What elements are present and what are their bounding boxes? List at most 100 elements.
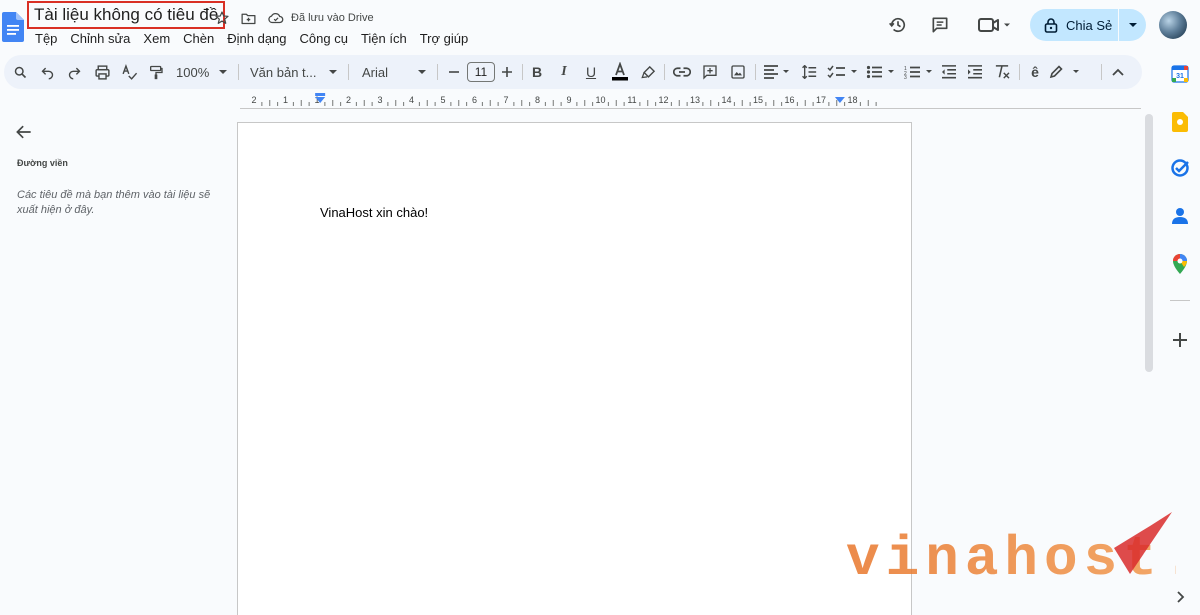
document-title[interactable]: Tài liệu không có tiêu đề (34, 5, 218, 25)
ruler-label: 16 (784, 95, 794, 105)
underline-icon[interactable]: U (584, 62, 598, 82)
toolbar-divider (1019, 64, 1020, 80)
first-line-indent-marker[interactable] (315, 93, 326, 96)
font-size-input[interactable]: 11 (467, 62, 495, 82)
menu-edit[interactable]: Chỉnh sửa (70, 31, 130, 46)
search-icon[interactable] (12, 62, 28, 82)
toolbar-divider (437, 64, 438, 80)
move-to-folder-icon[interactable] (238, 8, 258, 28)
app-header: Tài liệu không có tiêu đề Đã lưu vào Dri… (0, 0, 1200, 56)
zoom-value: 100% (176, 64, 210, 80)
document-body-text[interactable]: VinaHost xin chào! (320, 205, 428, 220)
ruler-underline (240, 108, 1141, 109)
zoom-select[interactable]: 100% (176, 62, 216, 82)
style-select[interactable]: Văn bản t... (250, 62, 322, 82)
menu-help[interactable]: Trợ giúp (420, 31, 469, 46)
toolbar-divider (664, 64, 665, 80)
expand-icon[interactable] (1170, 587, 1190, 607)
highlight-icon[interactable] (640, 62, 656, 82)
side-panel-divider (1170, 300, 1190, 301)
increase-font-size-button[interactable] (500, 62, 514, 82)
toolbar-divider (1101, 64, 1102, 80)
scrollbar[interactable] (1145, 114, 1153, 372)
bold-icon[interactable]: B (530, 62, 544, 82)
ruler-label: 1 (283, 95, 288, 105)
ruler-label: 18 (847, 95, 857, 105)
docs-logo-icon[interactable] (2, 12, 24, 42)
toolbar-divider (348, 64, 349, 80)
menu-file[interactable]: Tệp (35, 31, 57, 46)
indent-icon[interactable] (966, 62, 984, 82)
zoom-dropdown-icon[interactable] (218, 62, 228, 82)
link-icon[interactable] (673, 62, 691, 82)
cloud-saved-icon[interactable] (266, 8, 286, 28)
redo-icon[interactable] (66, 62, 82, 82)
line-spacing-icon[interactable] (799, 62, 817, 82)
undo-icon[interactable] (39, 62, 55, 82)
ruler-label: 2 (346, 95, 351, 105)
comment-add-icon[interactable] (701, 62, 719, 82)
history-icon[interactable] (884, 11, 912, 39)
menu-extensions[interactable]: Tiện ích (361, 31, 407, 46)
menu-insert[interactable]: Chèn (183, 31, 214, 46)
menu-bar: Tệp Chỉnh sửa Xem Chèn Định dạng Công cụ… (35, 31, 481, 46)
star-icon[interactable] (212, 8, 232, 28)
image-icon[interactable] (729, 62, 747, 82)
ruler-label: 2 (251, 95, 256, 105)
decrease-font-size-button[interactable] (447, 62, 461, 82)
lock-icon (1044, 18, 1058, 33)
svg-text:31: 31 (1176, 73, 1184, 80)
outdent-icon[interactable] (940, 62, 958, 82)
spellcheck-icon[interactable] (120, 62, 138, 82)
menu-format[interactable]: Định dạng (227, 31, 286, 46)
font-select[interactable]: Arial (362, 62, 417, 82)
outline-empty-message: Các tiêu đề mà bạn thêm vào tài liệu sẽ … (17, 189, 211, 216)
comment-icon[interactable] (926, 11, 954, 39)
ruler-label: 6 (472, 95, 477, 105)
save-status: Đã lưu vào Drive (291, 12, 374, 24)
menu-view[interactable]: Xem (143, 31, 170, 46)
add-icon[interactable] (1170, 330, 1190, 350)
calendar-icon[interactable]: 31 (1170, 64, 1190, 84)
ruler-label: 9 (566, 95, 571, 105)
paint-format-icon[interactable] (147, 62, 165, 82)
document-page[interactable]: VinaHost xin chào! (237, 122, 912, 615)
share-dropdown-button[interactable] (1119, 22, 1146, 28)
menu-tools[interactable]: Công cụ (300, 31, 348, 46)
keep-icon[interactable] (1170, 112, 1190, 132)
toolbar-divider (522, 64, 523, 80)
meet-icon[interactable] (974, 11, 1014, 39)
avatar[interactable] (1159, 11, 1187, 39)
ruler-label: 7 (503, 95, 508, 105)
input-tools-icon[interactable]: ê (1027, 62, 1043, 82)
checklist-icon[interactable] (827, 62, 859, 82)
vinahost-watermark: vinahost. (846, 512, 1176, 588)
print-icon[interactable] (93, 62, 111, 82)
maps-icon[interactable] (1170, 254, 1190, 274)
tasks-icon[interactable] (1170, 158, 1190, 178)
share-main-button[interactable]: Chia Sẻ (1030, 9, 1118, 41)
ruler-label: 13 (690, 95, 700, 105)
font-dropdown-icon[interactable] (417, 62, 427, 82)
share-button[interactable]: Chia Sẻ (1030, 9, 1146, 41)
clear-format-icon[interactable] (993, 62, 1011, 82)
italic-icon[interactable]: I (557, 62, 571, 82)
numbered-list-icon[interactable]: 123 (904, 62, 936, 82)
document-title-box[interactable]: Tài liệu không có tiêu đề (27, 1, 226, 29)
toolbar-divider (238, 64, 239, 80)
align-icon[interactable] (763, 62, 791, 82)
ruler-label: 11 (627, 95, 636, 105)
contacts-icon[interactable] (1170, 206, 1190, 226)
ruler-label: 5 (440, 95, 445, 105)
back-arrow-icon[interactable] (14, 122, 36, 144)
svg-text:3: 3 (904, 75, 907, 79)
style-value: Văn bản t... (250, 64, 317, 80)
collapse-icon[interactable] (1110, 62, 1126, 82)
toolbar-divider (755, 64, 756, 80)
bullet-list-icon[interactable] (866, 62, 898, 82)
edit-mode-icon[interactable] (1049, 62, 1083, 82)
ruler-label: 12 (658, 95, 668, 105)
text-color-icon[interactable] (611, 62, 629, 82)
style-dropdown-icon[interactable] (328, 62, 338, 82)
ruler[interactable]: 2 1 1 2 3 4 5 6 7 8 9 10 11 12 13 14 15 16 17 18 (236, 92, 912, 108)
